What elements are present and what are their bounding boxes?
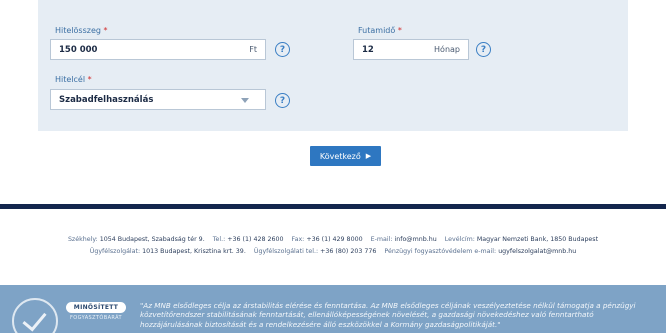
email-link[interactable]: info@mnb.hu <box>395 236 437 243</box>
next-button[interactable]: Következő ▶ <box>310 146 381 166</box>
service-phone-value: +36 (80) 203 776 <box>320 248 377 255</box>
mnb-mission-quote: "Az MNB elsődleges célja az árstabilitás… <box>140 301 636 329</box>
check-seal-icon <box>12 298 58 333</box>
phone-value: +36 (1) 428 2600 <box>227 236 284 243</box>
term-input[interactable]: 12 Hónap <box>353 39 469 60</box>
term-label: Futamidő * <box>358 26 402 35</box>
mail-address-value: Magyar Nemzeti Bank, 1850 Budapest <box>476 236 599 243</box>
loan-amount-label: Hitelösszeg * <box>55 26 108 35</box>
checkmark-icon <box>22 306 47 332</box>
seat-value: 1054 Budapest, Szabadság tér 9. <box>99 236 205 243</box>
protection-email-link[interactable]: ugyfelszolgalat@mnb.hu <box>498 248 576 255</box>
footer-address-line-1: Székhely: 1054 Budapest, Szabadság tér 9… <box>67 236 599 243</box>
fax-value: +36 (1) 429 8000 <box>306 236 363 243</box>
service-address-value: 1013 Budapest, Krisztina krt. 39. <box>142 248 246 255</box>
arrow-right-icon: ▶ <box>365 152 372 160</box>
required-mark: * <box>103 26 108 35</box>
footer-address-line-2: Ügyfélszolgálat: 1013 Budapest, Krisztin… <box>89 248 577 255</box>
required-mark: * <box>397 26 402 35</box>
badge-bottom-text: FOGYASZTÓBARÁT <box>70 315 122 321</box>
required-mark: * <box>87 75 92 84</box>
consumer-friendly-badge: MINŐSÍTETT FOGYASZTÓBARÁT <box>66 302 126 326</box>
chevron-down-icon <box>241 98 249 103</box>
loan-purpose-select[interactable]: Szabadfelhasználás <box>50 89 266 110</box>
footer-divider <box>0 204 666 209</box>
term-unit: Hónap <box>434 45 460 54</box>
currency-unit: Ft <box>249 45 257 54</box>
term-help-icon[interactable]: ? <box>476 42 491 57</box>
badge-top-text: MINŐSÍTETT <box>66 302 126 313</box>
term-value: 12 <box>362 44 374 55</box>
loan-amount-value: 150 000 <box>59 44 98 55</box>
loan-purpose-help-icon[interactable]: ? <box>275 93 290 108</box>
next-button-label: Következő <box>319 151 361 161</box>
footer-banner: MINŐSÍTETT FOGYASZTÓBARÁT "Az MNB elsődl… <box>0 285 666 333</box>
loan-amount-help-icon[interactable]: ? <box>275 42 290 57</box>
loan-purpose-value: Szabadfelhasználás <box>59 94 154 105</box>
loan-purpose-label: Hitelcél * <box>55 75 92 84</box>
loan-calculator-panel: Hitelösszeg * 150 000 Ft ? Futamidő * 12… <box>38 0 628 131</box>
loan-amount-input[interactable]: 150 000 Ft <box>50 39 266 60</box>
